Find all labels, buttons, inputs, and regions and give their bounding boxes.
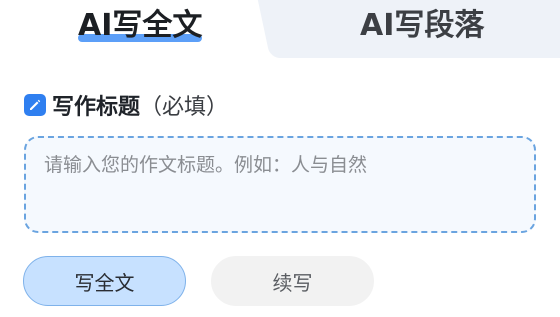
section-title: 写作标题 (52, 95, 141, 120)
button-label: 续写 (272, 270, 313, 295)
tab-label: AI写全文 (78, 8, 203, 43)
tab-bar: AI写全文 AI写段落 (0, 0, 560, 58)
write-full-text-button[interactable]: 写全文 (23, 256, 186, 306)
title-section-header: 写作标题 （必填） (24, 92, 229, 120)
title-input-container (24, 136, 536, 233)
required-hint: （必填） (140, 95, 229, 120)
tab-write-full-text[interactable]: AI写全文 (78, 6, 203, 46)
tab-write-paragraph[interactable]: AI写段落 (360, 6, 484, 46)
continue-writing-button[interactable]: 续写 (211, 256, 374, 306)
edit-icon (24, 94, 46, 116)
button-label: 写全文 (74, 270, 135, 295)
essay-title-input[interactable] (26, 138, 534, 231)
tab-label: AI写段落 (360, 8, 485, 43)
